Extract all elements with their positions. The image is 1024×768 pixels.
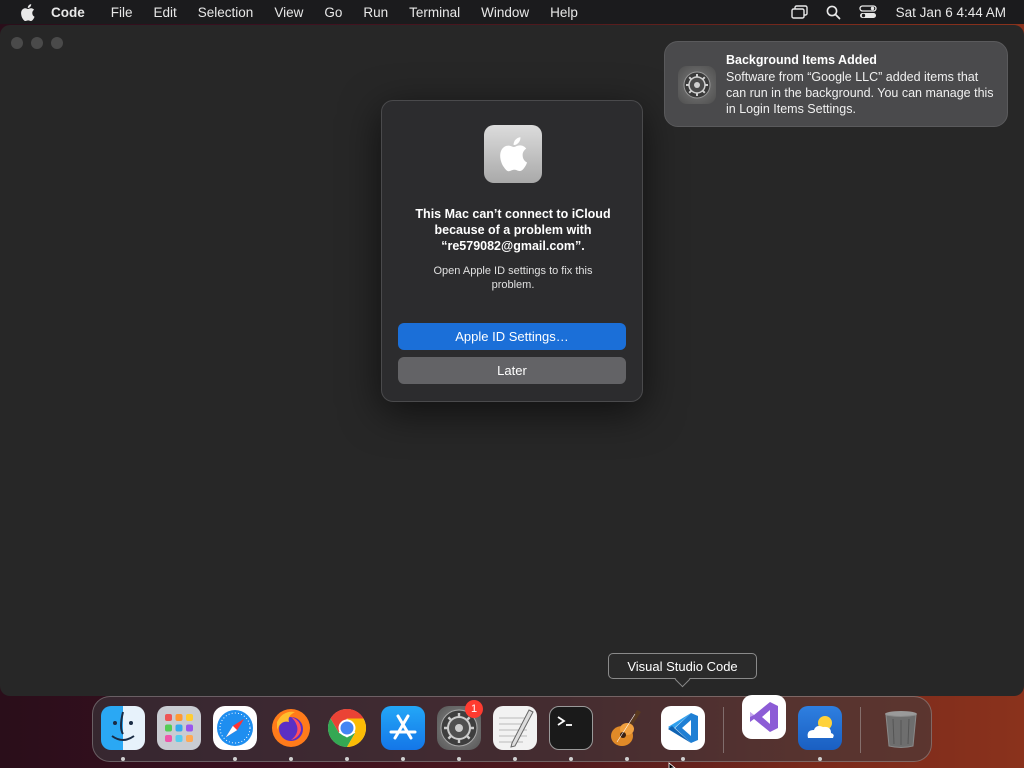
menu-bar-status: Sat Jan 6 4:44 AM: [790, 0, 1006, 24]
dialog-title: This Mac can’t connect to iCloud because…: [415, 207, 611, 253]
menu-bar-clock[interactable]: Sat Jan 6 4:44 AM: [896, 5, 1006, 20]
menu-edit[interactable]: Edit: [154, 5, 177, 20]
chrome-icon[interactable]: [325, 706, 369, 750]
menu-go[interactable]: Go: [324, 5, 342, 20]
menu-run[interactable]: Run: [363, 5, 388, 20]
visual-studio-icon[interactable]: [742, 695, 786, 739]
apple-logo-icon: [484, 125, 542, 183]
trash-icon[interactable]: [879, 706, 923, 750]
firefox-icon[interactable]: [269, 706, 313, 750]
screen-mirroring-icon[interactable]: [790, 2, 810, 22]
dock-tooltip: Visual Studio Code: [608, 653, 757, 679]
dock-running-indicator: [401, 757, 405, 761]
dock-running-indicator: [681, 757, 685, 761]
apple-icon[interactable]: [17, 2, 37, 22]
later-button[interactable]: Later: [398, 357, 626, 384]
dock-running-indicator: [569, 757, 573, 761]
window-controls: [11, 37, 63, 49]
dock-running-indicator: [345, 757, 349, 761]
vscode-icon[interactable]: [661, 706, 705, 750]
zoom-window-button[interactable]: [51, 37, 63, 49]
menu-app-name[interactable]: Code: [51, 5, 85, 20]
dock-running-indicator: [121, 757, 125, 761]
close-window-button[interactable]: [11, 37, 23, 49]
mouse-cursor: [668, 759, 678, 768]
dock: 1: [92, 695, 932, 762]
dock-separator: [860, 707, 861, 753]
finder-icon[interactable]: [101, 706, 145, 750]
menu-terminal[interactable]: Terminal: [409, 5, 460, 20]
dock-running-indicator: [457, 757, 461, 761]
menu-view[interactable]: View: [274, 5, 303, 20]
dock-running-indicator: [513, 757, 517, 761]
textedit-icon[interactable]: [493, 706, 537, 750]
safari-icon[interactable]: [213, 706, 257, 750]
dock-running-indicator: [818, 757, 822, 761]
icloud-alert-dialog: This Mac can’t connect to iCloud because…: [381, 100, 643, 402]
dock-running-indicator: [289, 757, 293, 761]
menu-bar: Code File Edit Selection View Go Run Ter…: [0, 0, 1024, 24]
launchpad-icon[interactable]: [157, 706, 201, 750]
dock-running-indicator: [625, 757, 629, 761]
menu-help[interactable]: Help: [550, 5, 578, 20]
dock-separator: [723, 707, 724, 753]
minimize-window-button[interactable]: [31, 37, 43, 49]
system-settings-icon[interactable]: 1: [437, 700, 483, 750]
control-center-icon[interactable]: [858, 2, 878, 22]
notification-title: Background Items Added: [726, 53, 877, 67]
dock-running-indicator: [233, 757, 237, 761]
app-store-icon[interactable]: [381, 706, 425, 750]
spotlight-search-icon[interactable]: [824, 2, 844, 22]
apple-id-settings-button[interactable]: Apple ID Settings…: [398, 323, 626, 350]
system-settings-gear-icon: [678, 66, 716, 104]
weather-icon[interactable]: [798, 706, 842, 750]
notification-body: Software from “Google LLC” added items t…: [726, 70, 994, 116]
background-items-notification[interactable]: Background Items Added Software from “Go…: [664, 41, 1008, 127]
garageband-icon[interactable]: [605, 706, 649, 750]
dialog-message: Open Apple ID settings to fix this probl…: [433, 265, 593, 291]
menu-file[interactable]: File: [111, 5, 133, 20]
menu-selection[interactable]: Selection: [198, 5, 254, 20]
notification-badge: 1: [465, 700, 483, 718]
menu-window[interactable]: Window: [481, 5, 529, 20]
terminal-icon[interactable]: [549, 706, 593, 750]
